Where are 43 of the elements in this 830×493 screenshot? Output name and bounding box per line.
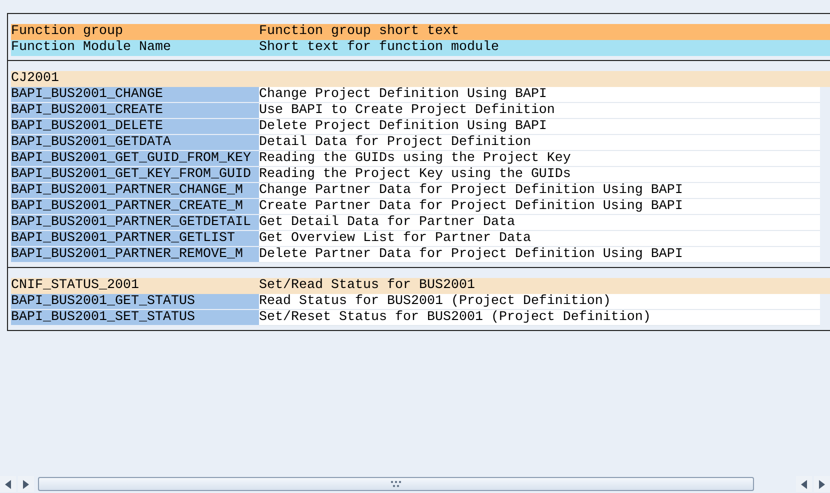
module-name-cell[interactable]: BAPI_BUS2001_GET_KEY_FROM_GUID	[11, 167, 259, 183]
scrollbar-thumb[interactable]	[38, 477, 754, 491]
module-name-cell[interactable]: BAPI_BUS2001_PARTNER_CREATE_M	[11, 199, 259, 215]
right-triangle-icon	[819, 480, 825, 488]
module-name-cell[interactable]: BAPI_BUS2001_GETDATA	[11, 135, 259, 151]
module-short-text-cell: Get Overview List for Partner Data	[259, 231, 820, 247]
column-heading: Function group	[11, 24, 124, 40]
group-name: CJ2001	[11, 71, 60, 87]
module-short-text-cell: Use BAPI to Create Project Definition	[259, 103, 820, 119]
scroll-right-button[interactable]	[814, 476, 830, 492]
module-short-text-cell: Reading the GUIDs using the Project Key	[259, 151, 820, 167]
module-short-text-cell: Create Partner Data for Project Definition Using BAPI	[259, 199, 820, 215]
grip-icon	[391, 481, 401, 487]
module-short-text-cell: Get Detail Data for Partner Data	[259, 215, 820, 231]
module-short-text-cell: Change Project Definition Using BAPI	[259, 87, 820, 103]
module-name-cell[interactable]: BAPI_BUS2001_DELETE	[11, 119, 259, 135]
module-name-cell[interactable]: BAPI_BUS2001_CHANGE	[11, 87, 259, 103]
module-name-cell[interactable]: BAPI_BUS2001_GET_STATUS	[11, 294, 259, 310]
module-short-text-cell: Read Status for BUS2001 (Project Definition)	[259, 294, 820, 310]
module-name-cell[interactable]: BAPI_BUS2001_SET_STATUS	[11, 310, 259, 326]
scroll-right-button[interactable]	[18, 476, 34, 492]
scroll-left-button[interactable]	[796, 476, 812, 492]
module-name-cell[interactable]: BAPI_BUS2001_PARTNER_REMOVE_M	[11, 247, 259, 263]
left-triangle-icon	[5, 480, 11, 488]
column-heading: Function group short text	[259, 24, 460, 40]
module-short-text-cell: Delete Partner Data for Project Definition Using BAPI	[259, 247, 820, 263]
module-short-text-cell: Detail Data for Project Definition	[259, 135, 820, 151]
module-short-text-cell: Reading the Project Key using the GUIDs	[259, 167, 820, 183]
module-short-text-cell: Set/Reset Status for BUS2001 (Project Definition)	[259, 310, 820, 326]
module-name-cell[interactable]: BAPI_BUS2001_GET_GUID_FROM_KEY	[11, 151, 259, 167]
module-name-cell[interactable]: BAPI_BUS2001_PARTNER_GETLIST	[11, 231, 259, 247]
group-short-text: Set/Read Status for BUS2001	[259, 278, 476, 294]
column-heading: Function Module Name	[11, 40, 172, 56]
right-triangle-icon	[23, 480, 29, 488]
module-name-cell[interactable]: BAPI_BUS2001_CREATE	[11, 103, 259, 119]
left-triangle-icon	[801, 480, 807, 488]
module-short-text-cell: Delete Project Definition Using BAPI	[259, 119, 820, 135]
module-name-cell[interactable]: BAPI_BUS2001_PARTNER_GETDETAIL	[11, 215, 259, 231]
column-heading: Short text for function module	[259, 40, 500, 56]
module-name-cell[interactable]: BAPI_BUS2001_PARTNER_CHANGE_M	[11, 183, 259, 199]
group-name: CNIF_STATUS_2001	[11, 278, 140, 294]
scroll-left-button[interactable]	[0, 476, 16, 492]
module-short-text-cell: Change Partner Data for Project Definition Using BAPI	[259, 183, 820, 199]
